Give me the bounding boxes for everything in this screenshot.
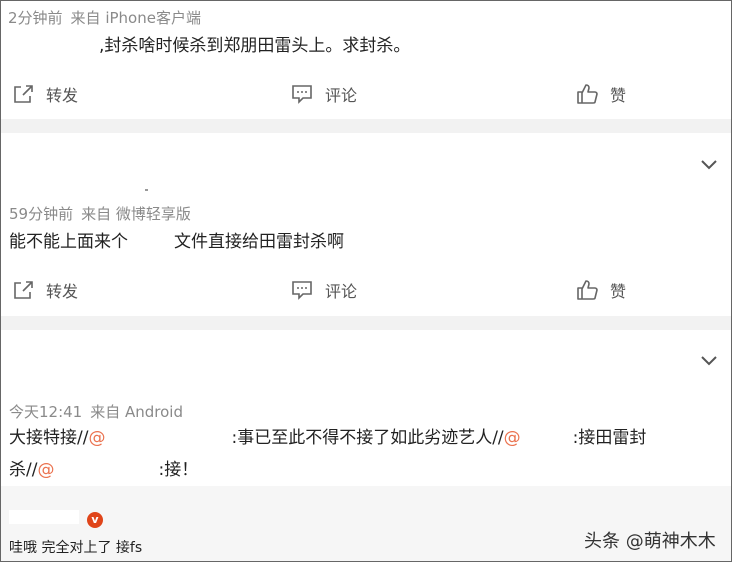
section-divider (1, 119, 731, 133)
post-time[interactable]: 今天12:41 (9, 403, 82, 421)
section-divider (1, 316, 731, 330)
post-text-line-1: 大接特接//@:事已至此不得不接了如此劣迹艺人//@:接田雷封 (9, 423, 646, 453)
post-meta: 今天12:41 来自 Android (9, 401, 183, 422)
redacted-username (9, 510, 79, 524)
post-source: 来自 Android (90, 403, 183, 421)
like-label: 赞 (610, 86, 627, 105)
redacted-username (54, 462, 159, 478)
reply-text: 哇哦 完全对上了 接fs (9, 540, 143, 556)
post-source: 来自 微博轻享版 (81, 205, 191, 223)
post-text-part: :事已至此不得不接了如此劣迹艺人// (231, 428, 504, 448)
repost-label: 转发 (46, 86, 79, 105)
comment-label: 评论 (325, 86, 358, 105)
post-card-2: 59分钟前 来自 微博轻享版 能不能上面来个 文件直接给田雷封杀啊 转发 评论 赞 (1, 133, 731, 316)
post-actions: 转发 评论 赞 (1, 79, 731, 109)
post-text-part: :接！ (158, 460, 199, 480)
like-label: 赞 (610, 282, 627, 301)
redacted-text (128, 234, 174, 250)
verified-badge-icon: v (87, 512, 103, 528)
repost-button[interactable]: 转发 (12, 275, 78, 305)
user-mention[interactable]: @ (504, 428, 521, 448)
comment-label: 评论 (325, 282, 358, 301)
post-text-part: 能不能上面来个 (9, 232, 128, 252)
post-meta: 59分钟前 来自 微博轻享版 (9, 203, 191, 224)
repost-button[interactable]: 转发 (12, 79, 78, 109)
post-text-part: 大接特接// (9, 428, 89, 448)
like-button[interactable]: 赞 (576, 275, 626, 305)
like-button[interactable]: 赞 (576, 79, 626, 109)
comment-icon (292, 281, 312, 300)
share-icon (14, 281, 33, 299)
post-card-3: 今天12:41 来自 Android 大接特接//@:事已至此不得不接了如此劣迹艺… (1, 330, 731, 486)
chevron-down-icon[interactable] (699, 158, 719, 172)
chevron-down-icon[interactable] (699, 354, 719, 368)
user-mention[interactable]: @ (88, 428, 105, 448)
post-text: ,封杀啥时候杀到郑朋田雷头上。求封杀。 (99, 31, 410, 61)
user-mention[interactable]: @ (37, 460, 54, 480)
post-text-part: 杀// (9, 460, 38, 480)
post-source: 来自 iPhone客户端 (70, 9, 201, 27)
watermark-text: 头条 @萌神木木 (584, 531, 716, 552)
comment-button[interactable]: 评论 (291, 275, 357, 305)
post-text-part: :接田雷封 (572, 428, 647, 448)
post-text: 能不能上面来个 文件直接给田雷封杀啊 (9, 227, 344, 257)
post-text-content: ,封杀啥时候杀到郑朋田雷头上。求封杀。 (99, 36, 411, 56)
comment-icon (292, 85, 312, 104)
redacted-username (520, 430, 573, 446)
post-meta: 2分钟前 来自 iPhone客户端 (8, 7, 201, 28)
thumbs-up-icon (577, 280, 598, 300)
post-text-part: 文件直接给田雷封杀啊 (174, 232, 344, 252)
post-time[interactable]: 59分钟前 (9, 205, 73, 223)
artifact-mark (145, 189, 148, 191)
redacted-username (105, 430, 232, 446)
post-text-line-2: 杀//@ :接！ (9, 455, 198, 485)
post-card-1: 2分钟前 来自 iPhone客户端 ,封杀啥时候杀到郑朋田雷头上。求封杀。 转发 … (1, 1, 731, 119)
thumbs-up-icon (577, 84, 598, 104)
post-actions: 转发 评论 赞 (1, 275, 731, 305)
share-icon (14, 85, 33, 103)
repost-label: 转发 (46, 282, 79, 301)
comment-button[interactable]: 评论 (291, 79, 357, 109)
post-time[interactable]: 2分钟前 (8, 9, 63, 27)
